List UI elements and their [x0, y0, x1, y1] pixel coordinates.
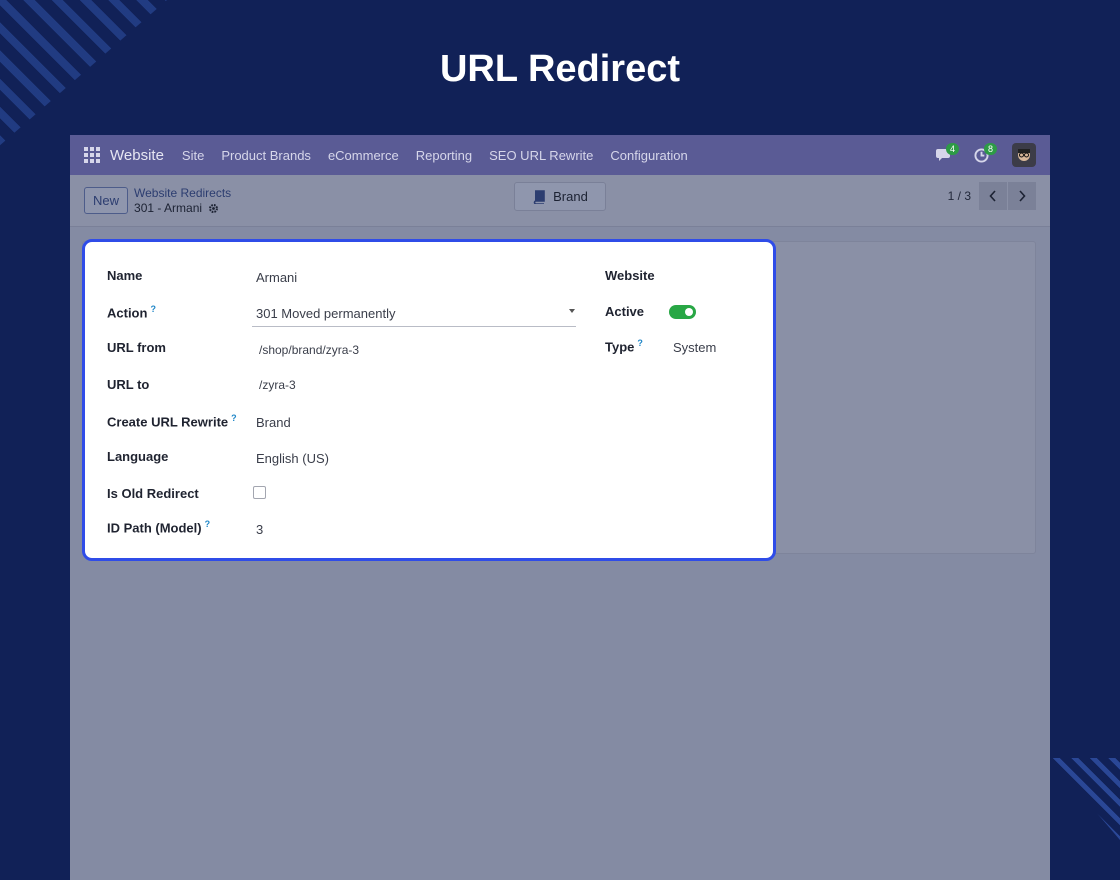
messages-count-badge: 4 — [946, 143, 960, 155]
rewrite-help-icon[interactable]: ? — [231, 413, 237, 423]
chevron-right-icon — [1019, 190, 1026, 202]
url-to-label: URL to — [107, 377, 150, 392]
nav-item-site[interactable]: Site — [182, 148, 204, 163]
brand-smart-button[interactable]: Brand — [514, 182, 606, 211]
nav-brand[interactable]: Website — [110, 147, 164, 164]
id-path-label: ID Path (Model)? — [107, 519, 211, 536]
action-label: Action? — [107, 304, 156, 321]
type-field[interactable]: System — [673, 340, 716, 355]
page-headline: URL Redirect — [439, 48, 681, 90]
active-toggle[interactable] — [669, 305, 696, 319]
type-help-icon[interactable]: ? — [637, 338, 643, 348]
redirect-form-highlight: Name Armani Action? 301 Moved permanentl… — [82, 239, 776, 561]
create-url-rewrite-field[interactable]: Brand — [256, 415, 291, 430]
url-to-field[interactable]: /zyra-3 — [259, 378, 296, 392]
id-path-help-icon[interactable]: ? — [205, 519, 211, 529]
active-label: Active — [605, 304, 645, 319]
name-field[interactable]: Armani — [256, 270, 297, 285]
pager-previous-button[interactable] — [979, 182, 1007, 210]
id-path-field[interactable]: 3 — [256, 522, 263, 537]
user-face-icon — [1018, 149, 1030, 161]
brand-smart-button-label: Brand — [553, 189, 588, 204]
nav-item-reporting[interactable]: Reporting — [416, 148, 472, 163]
user-avatar[interactable] — [1012, 143, 1036, 167]
website-label: Website — [605, 268, 655, 283]
decorative-stripes-bottom-right — [1050, 758, 1120, 840]
breadcrumb-current: 301 - Armani — [134, 201, 231, 216]
is-old-redirect-checkbox[interactable] — [253, 486, 266, 499]
breadcrumb-current-label: 301 - Armani — [134, 200, 203, 215]
chevron-down-icon[interactable] — [569, 309, 575, 313]
name-label: Name — [107, 268, 143, 283]
nav-item-configuration[interactable]: Configuration — [610, 148, 687, 163]
breadcrumb: Website Redirects 301 - Armani — [134, 186, 231, 216]
action-help-icon[interactable]: ? — [150, 304, 156, 314]
pager-next-button[interactable] — [1008, 182, 1036, 210]
action-select-underline — [252, 326, 576, 327]
book-icon — [533, 189, 545, 204]
language-label: Language — [107, 449, 169, 464]
breadcrumb-parent[interactable]: Website Redirects — [134, 186, 231, 201]
language-field[interactable]: English (US) — [256, 451, 329, 466]
gear-icon[interactable] — [208, 203, 219, 214]
pager-value[interactable]: 1 / 3 — [948, 189, 971, 203]
url-from-label: URL from — [107, 340, 166, 355]
chevron-left-icon — [989, 190, 996, 202]
nav-item-product-brands[interactable]: Product Brands — [221, 148, 311, 163]
messages-button[interactable]: 4 — [936, 143, 960, 165]
type-label: Type? — [605, 338, 643, 355]
nav-item-seo-url-rewrite[interactable]: SEO URL Rewrite — [489, 148, 593, 163]
activities-button[interactable]: 8 — [974, 143, 998, 165]
action-select[interactable]: 301 Moved permanently — [256, 306, 395, 321]
apps-grid-icon[interactable] — [84, 147, 100, 163]
nav-item-ecommerce[interactable]: eCommerce — [328, 148, 399, 163]
control-panel: New Website Redirects 301 - Armani Brand… — [70, 175, 1050, 227]
record-pager: 1 / 3 — [948, 182, 1036, 210]
create-url-rewrite-label: Create URL Rewrite? — [107, 413, 237, 430]
new-button[interactable]: New — [84, 187, 129, 214]
url-from-field[interactable]: /shop/brand/zyra-3 — [259, 343, 359, 357]
top-navbar: Website Site Product Brands eCommerce Re… — [70, 135, 1050, 175]
activities-count-badge: 8 — [984, 143, 998, 155]
is-old-redirect-label: Is Old Redirect — [107, 486, 199, 501]
